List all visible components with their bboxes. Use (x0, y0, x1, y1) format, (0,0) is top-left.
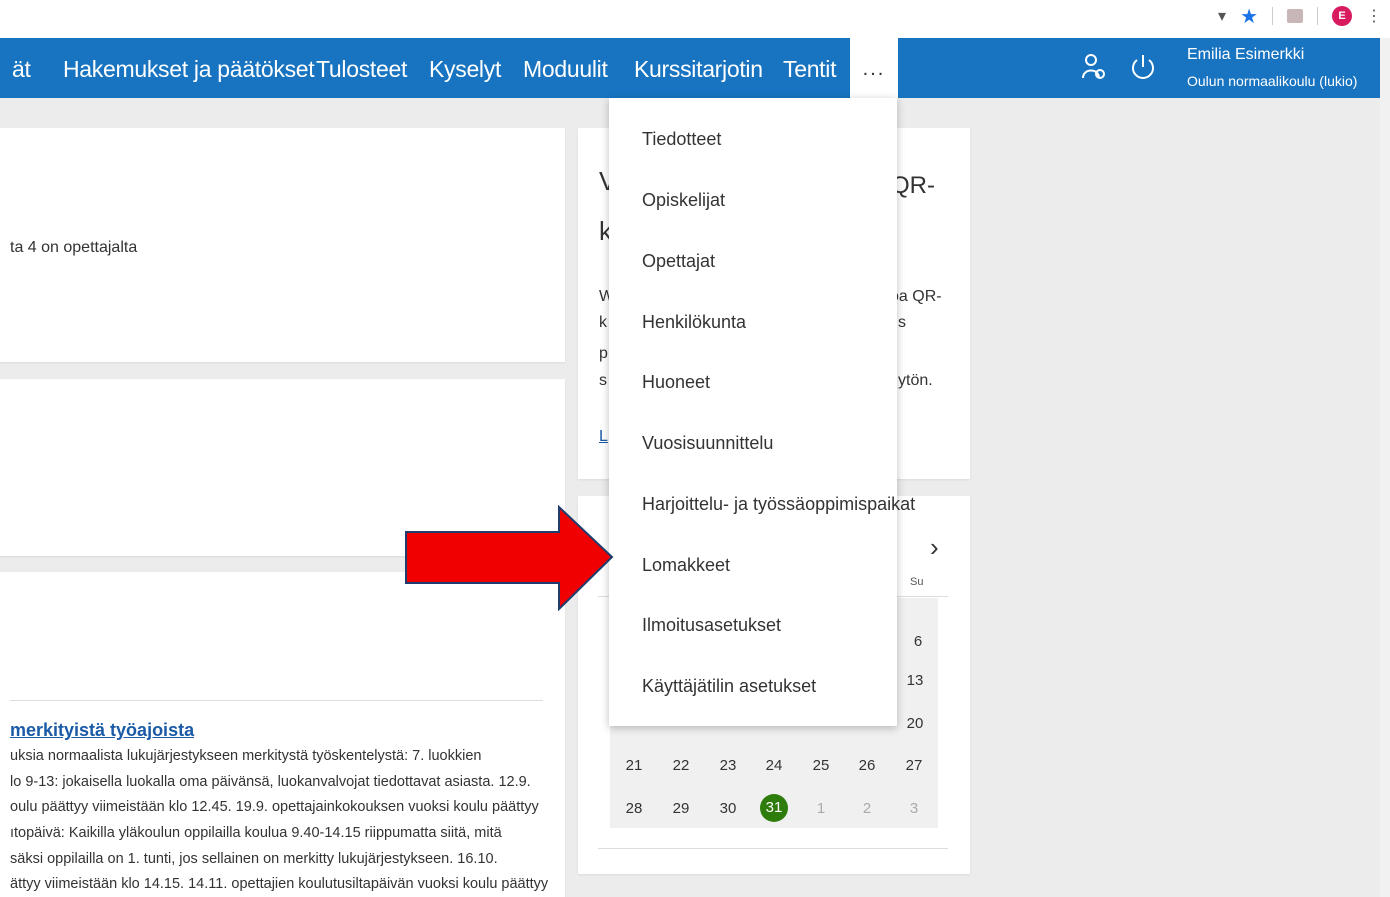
news-line: ıtopäivä: Kaikilla yläkoulun oppilailla … (10, 825, 502, 841)
qr-card-body-start: k (599, 314, 607, 331)
nav-item-partial[interactable]: ät (12, 38, 31, 98)
menu-item-rooms[interactable]: Huoneet (642, 372, 710, 393)
red-arrow-annotation (405, 505, 614, 611)
calendar-weekday-sunday: Su (910, 576, 924, 588)
qr-card-title-end: QR- (891, 172, 935, 199)
menu-item-teachers[interactable]: Opettajat (642, 251, 715, 272)
user-settings-icon[interactable] (1080, 52, 1106, 89)
user-school[interactable]: Oulun normaalikoulu (lukio) (1187, 73, 1357, 89)
left-card-text: ta 4 on opettajalta (10, 239, 138, 256)
calendar-day[interactable]: 27 (899, 757, 929, 774)
nav-more-button[interactable]: ... (850, 38, 898, 98)
calendar-day[interactable]: 21 (619, 757, 649, 774)
calendar-day[interactable]: 24 (759, 757, 789, 774)
toolbar-separator-2 (1317, 7, 1318, 25)
page-scrollbar[interactable] (1380, 38, 1390, 897)
translate-icon[interactable]: ▾ (1218, 6, 1226, 26)
calendar-day-next-month[interactable]: 2 (852, 800, 882, 817)
browser-toolbar-icons: ▾ ★ E ⋮ (1218, 4, 1382, 28)
top-navigation: ät Hakemukset ja päätökset Tulosteet Kys… (0, 38, 1390, 98)
calendar-day[interactable]: 28 (619, 800, 649, 817)
qr-card-body-end: s (898, 314, 906, 331)
calendar-bottom-divider (598, 848, 948, 849)
bookmark-star-icon[interactable]: ★ (1240, 4, 1258, 29)
calendar-day[interactable]: 6 (903, 633, 933, 650)
menu-item-account-settings[interactable]: Käyttäjätilin asetukset (642, 676, 816, 697)
news-line: uksia normaalista lukujärjestykseen merk… (10, 748, 482, 764)
browser-menu-icon[interactable]: ⋮ (1366, 6, 1382, 26)
more-dropdown-menu: Tiedotteet Opiskelijat Opettajat Henkilö… (609, 98, 915, 726)
calendar-day-next-month[interactable]: 1 (806, 800, 836, 817)
news-line: säksi oppilailla on 1. tunti, jos sellai… (10, 851, 498, 867)
news-divider (10, 700, 543, 701)
menu-item-students[interactable]: Opiskelijat (642, 190, 725, 211)
calendar-day[interactable]: 25 (806, 757, 836, 774)
qr-card-link[interactable]: L (599, 428, 608, 446)
nav-item-exams[interactable]: Tentit (783, 38, 836, 98)
profile-avatar-icon[interactable]: E (1332, 6, 1352, 26)
calendar-day[interactable]: 29 (666, 800, 696, 817)
qr-card-body-start: p (599, 345, 608, 362)
logout-power-icon[interactable] (1129, 52, 1157, 89)
calendar-day[interactable]: 26 (852, 757, 882, 774)
news-line: lo 9-13: jokaisella luokalla oma päiväns… (10, 774, 531, 790)
nav-item-modules[interactable]: Moduulit (523, 38, 608, 98)
menu-item-announcements[interactable]: Tiedotteet (642, 129, 721, 150)
browser-toolbar: ▾ ★ E ⋮ (0, 0, 1390, 38)
qr-card-body-end: oa QR- (890, 288, 942, 305)
extension-icon[interactable] (1287, 9, 1303, 23)
nav-item-applications[interactable]: Hakemukset ja päätökset (63, 38, 315, 98)
nav-item-printouts[interactable]: Tulosteet (316, 38, 407, 98)
calendar-day[interactable]: 30 (713, 800, 743, 817)
toolbar-separator (1272, 7, 1273, 25)
left-card-top: ta 4 on opettajalta (0, 128, 565, 362)
nav-item-course-tray[interactable]: Kurssitarjotin (634, 38, 763, 98)
calendar-day[interactable]: 23 (713, 757, 743, 774)
calendar-day[interactable]: 13 (900, 672, 930, 689)
menu-item-forms[interactable]: Lomakkeet (642, 555, 730, 576)
calendar-day-next-month[interactable]: 3 (899, 800, 929, 817)
news-title-link[interactable]: merkityistä työajoista (10, 720, 194, 741)
nav-item-surveys[interactable]: Kyselyt (429, 38, 501, 98)
calendar-day-today[interactable]: 31 (760, 794, 788, 822)
user-name[interactable]: Emilia Esimerkki (1187, 46, 1304, 64)
qr-card-body-start: s (599, 372, 607, 389)
menu-item-annual-planning[interactable]: Vuosisuunnittelu (642, 433, 773, 454)
menu-item-internship-places[interactable]: Harjoittelu- ja työssäoppimispaikat (642, 494, 915, 515)
calendar-day[interactable]: 22 (666, 757, 696, 774)
calendar-day[interactable]: 20 (900, 715, 930, 732)
news-line: oulu päättyy viimeistään klo 12.45. 19.9… (10, 799, 539, 815)
calendar-next-arrow-icon[interactable]: › (930, 532, 939, 563)
news-line: ättyy viimeistään klo 14.15. 14.11. opet… (10, 876, 549, 892)
menu-item-staff[interactable]: Henkilökunta (642, 312, 746, 333)
menu-item-notification-settings[interactable]: Ilmoitusasetukset (642, 615, 781, 636)
qr-card-body-end: ytön. (898, 372, 933, 389)
